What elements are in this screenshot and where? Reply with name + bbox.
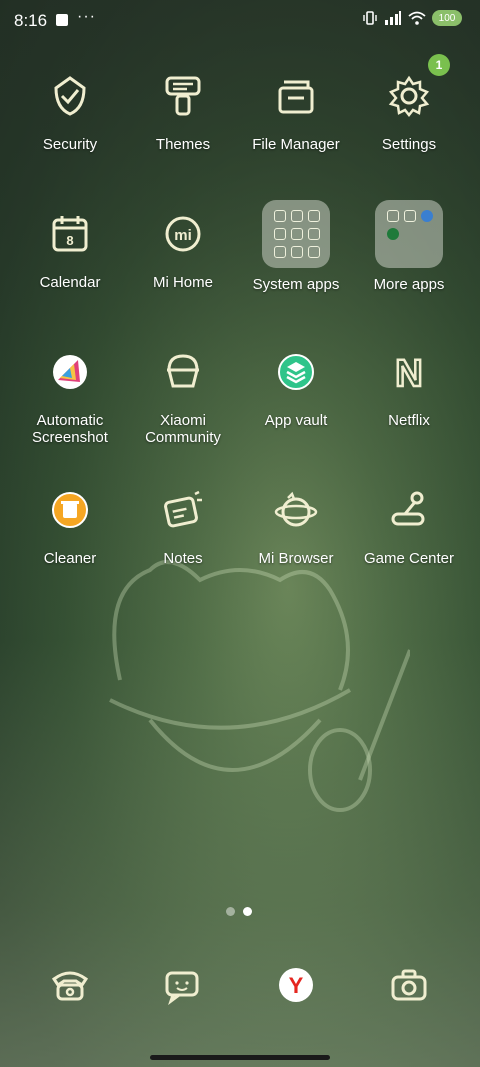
security-icon: [38, 64, 102, 128]
page-indicator[interactable]: [226, 907, 252, 916]
folder-icon: [262, 200, 330, 268]
screenshot-icon: [38, 340, 102, 404]
community-icon: [151, 340, 215, 404]
status-bar: 8:16 ··· 100: [0, 0, 480, 42]
app-themes[interactable]: Themes: [127, 64, 239, 153]
page-dot-active[interactable]: [243, 907, 252, 916]
yandex-browser-icon: Y: [279, 968, 313, 1002]
dock-messages[interactable]: [153, 955, 213, 1015]
app-mi-home[interactable]: mi Mi Home: [127, 202, 239, 291]
svg-text:Y: Y: [289, 973, 304, 998]
settings-icon: [377, 64, 441, 128]
app-vault-icon: [264, 340, 328, 404]
svg-text:8: 8: [66, 233, 73, 248]
game-center-icon: [377, 478, 441, 542]
more-notifications-icon: ···: [77, 8, 96, 25]
wallpaper-cat-illustration: [109, 560, 410, 812]
app-app-vault[interactable]: App vault: [240, 340, 352, 429]
wifi-icon: [408, 11, 426, 25]
folder-system-apps[interactable]: System apps: [240, 200, 352, 293]
mi-home-icon: mi: [151, 202, 215, 266]
notes-icon: [151, 478, 215, 542]
app-netflix[interactable]: N Netflix: [353, 340, 465, 429]
dock: Y: [0, 955, 480, 1015]
page-dot[interactable]: [226, 907, 235, 916]
signal-icon: [385, 11, 401, 25]
clock: 8:16: [14, 11, 48, 30]
file-manager-icon: [264, 64, 328, 128]
battery-indicator: 100: [432, 10, 462, 26]
messages-icon: [165, 971, 199, 1005]
app-calendar[interactable]: 8 Calendar: [14, 202, 126, 291]
svg-text:N: N: [395, 353, 422, 394]
app-automatic-screenshot[interactable]: Automatic Screenshot: [14, 340, 126, 446]
cleaner-icon: [38, 478, 102, 542]
dock-camera[interactable]: [379, 955, 439, 1015]
folder-more-apps[interactable]: More apps: [353, 200, 465, 293]
svg-text:mi: mi: [174, 227, 192, 244]
themes-icon: [151, 64, 215, 128]
app-xiaomi-community[interactable]: Xiaomi Community: [127, 340, 239, 446]
dock-phone[interactable]: [40, 955, 100, 1015]
notification-icon: [56, 14, 68, 26]
app-cleaner[interactable]: Cleaner: [14, 478, 126, 567]
calendar-icon: 8: [38, 202, 102, 266]
app-settings[interactable]: Settings: [353, 64, 465, 153]
folder-icon: [375, 200, 443, 268]
vibrate-icon: [363, 11, 377, 25]
app-notes[interactable]: Notes: [127, 478, 239, 567]
app-file-manager[interactable]: File Manager: [240, 64, 352, 153]
netflix-icon: N: [377, 340, 441, 404]
home-gesture-bar[interactable]: [150, 1055, 330, 1060]
camera-icon: [391, 969, 427, 1001]
phone-icon: [51, 971, 89, 1001]
browser-icon: [264, 478, 328, 542]
app-game-center[interactable]: Game Center: [353, 478, 465, 567]
dock-yandex-browser[interactable]: Y: [266, 955, 326, 1015]
app-mi-browser[interactable]: Mi Browser: [240, 478, 352, 567]
app-security[interactable]: Security: [14, 64, 126, 153]
